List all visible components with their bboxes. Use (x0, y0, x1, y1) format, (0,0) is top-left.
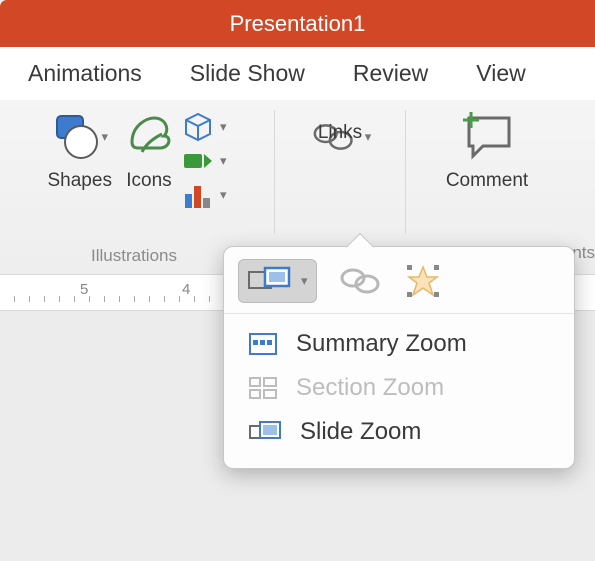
tab-slide-show[interactable]: Slide Show (190, 60, 305, 87)
chart-button[interactable]: ▾ (182, 180, 227, 210)
smartart-button[interactable]: ▾ (182, 146, 227, 176)
shapes-button[interactable]: ▾ Shapes (42, 108, 118, 192)
cube-icon (182, 112, 214, 142)
tab-animations[interactable]: Animations (28, 60, 142, 87)
links-button[interactable]: ▾ Links (303, 108, 378, 192)
summary-zoom-item[interactable]: Summary Zoom (242, 322, 574, 366)
section-zoom-icon (248, 376, 278, 400)
icons-button[interactable]: Icons (118, 108, 180, 192)
window-title: Presentation1 (230, 11, 366, 37)
chart-icon (182, 180, 214, 210)
slide-zoom-label: Slide Zoom (300, 418, 421, 446)
smartart-icon (182, 146, 214, 176)
zoom-dropdown: ▾ Summary Zoom (223, 246, 575, 469)
slide-zoom-icon (248, 420, 282, 444)
zoom-menu-list: Summary Zoom Section Zoom Slide Zoom (224, 314, 574, 454)
chevron-down-icon: ▾ (365, 129, 372, 145)
shapes-label: Shapes (48, 170, 112, 192)
chevron-down-icon: ▾ (301, 273, 308, 289)
links-label: Links (318, 122, 362, 144)
zoom-icon (247, 266, 291, 296)
chevron-down-icon: ▾ (220, 187, 227, 203)
group-label-illustrations: Illustrations (91, 246, 177, 272)
icons-label: Icons (126, 170, 171, 192)
popup-toolbar: ▾ (224, 247, 574, 314)
comment-button[interactable]: Comment (440, 108, 534, 192)
tab-review[interactable]: Review (353, 60, 428, 87)
chevron-down-icon: ▾ (101, 129, 108, 145)
ribbon-tabs: Animations Slide Show Review View (0, 47, 595, 100)
comment-icon (457, 112, 517, 162)
comment-label: Comment (446, 170, 528, 192)
ribbon-separator (274, 110, 275, 234)
icons-icon (124, 112, 174, 162)
slide-zoom-item[interactable]: Slide Zoom (242, 410, 574, 454)
section-zoom-label: Section Zoom (296, 374, 444, 402)
summary-zoom-label: Summary Zoom (296, 330, 467, 358)
link-icon[interactable] (337, 266, 383, 296)
title-bar: Presentation1 (0, 0, 595, 47)
zoom-split-button[interactable]: ▾ (238, 259, 317, 303)
3d-models-button[interactable]: ▾ (182, 112, 227, 142)
section-zoom-item: Section Zoom (242, 366, 574, 410)
chevron-down-icon: ▾ (220, 119, 227, 135)
summary-zoom-icon (248, 332, 278, 356)
mini-gallery: ▾ ▾ ▾ (180, 108, 227, 210)
tab-view[interactable]: View (476, 60, 525, 87)
action-icon[interactable] (403, 263, 443, 299)
shapes-icon (51, 112, 101, 162)
ribbon-separator (405, 110, 406, 234)
chevron-down-icon: ▾ (220, 153, 227, 169)
